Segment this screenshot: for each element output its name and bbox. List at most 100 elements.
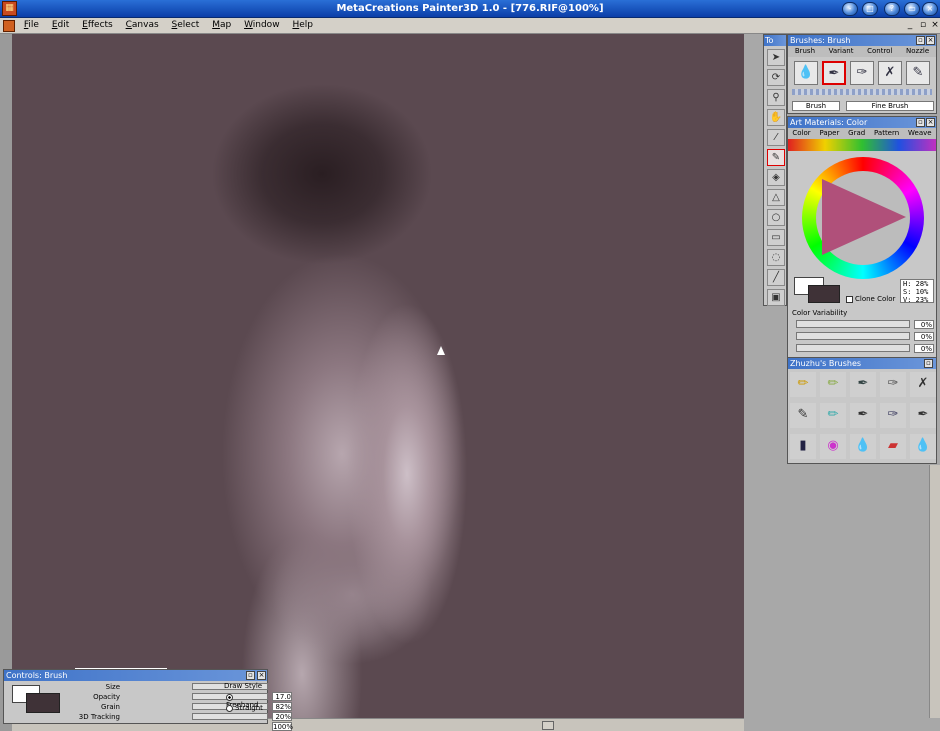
water-drop-icon[interactable]: 💧	[850, 434, 876, 459]
ink-bottle-icon[interactable]: ▮	[790, 434, 816, 459]
saturation-value-triangle[interactable]	[822, 179, 906, 255]
tab-control[interactable]: Control	[867, 46, 892, 57]
secondary-color-swatch[interactable]	[26, 693, 60, 713]
size-value[interactable]: 17.0	[272, 692, 292, 701]
straight-label: Straight	[235, 704, 263, 712]
value-variability-slider[interactable]	[796, 344, 910, 352]
pen-nib-icon[interactable]: ✑	[880, 403, 906, 428]
crossed-pens-icon[interactable]: ✗	[910, 372, 936, 397]
tab-pattern[interactable]: Pattern	[874, 128, 899, 139]
arrow-icon[interactable]: ➤	[767, 49, 785, 66]
tab-brush[interactable]: Brush	[795, 46, 815, 57]
saturation-variability-slider[interactable]	[796, 332, 910, 340]
grabber-icon[interactable]: ✋	[767, 109, 785, 126]
eraser-icon[interactable]: ▰	[880, 434, 906, 459]
tracking-value[interactable]: 100%	[272, 722, 293, 731]
pen-icon[interactable]: ✑	[850, 61, 874, 85]
secondary-color-swatch[interactable]	[808, 285, 840, 303]
stamp-icon[interactable]: ▣	[767, 289, 785, 306]
value-variability-value[interactable]: 0%	[914, 344, 934, 353]
close-icon[interactable]: ×	[922, 2, 938, 16]
pen-icon[interactable]: ✒	[850, 403, 876, 428]
help-icon[interactable]: ?	[884, 2, 900, 16]
water-drop-icon[interactable]: 💧	[910, 434, 936, 459]
brush-category-label[interactable]: Brush	[792, 101, 840, 111]
water-drop-icon[interactable]: 💧	[794, 61, 818, 85]
marker-icon[interactable]: ✏	[820, 372, 846, 397]
menu-file[interactable]: File	[19, 18, 44, 33]
brushes-panel-title: Brushes: Brush	[790, 36, 851, 45]
bulb-icon[interactable]: ○	[767, 209, 785, 226]
close-icon[interactable]: ×	[929, 20, 940, 32]
brush-grid: ✏ ✏ ✒ ✑ ✗ ✎ ✏ ✒ ✑ ✒ ▮ ◉ 💧 ▰ 💧	[790, 372, 936, 459]
tab-color[interactable]: Color	[792, 128, 810, 139]
brush-icon[interactable]: ✒	[822, 61, 846, 85]
rotate-icon[interactable]: ⟳	[767, 69, 785, 86]
tab-paper[interactable]: Paper	[820, 128, 840, 139]
straight-option[interactable]: Straight	[226, 704, 263, 712]
menu-edit[interactable]: Edit	[47, 18, 74, 33]
menu-help[interactable]: Help	[287, 18, 318, 33]
close-icon[interactable]: ×	[257, 671, 266, 680]
freehand-radio[interactable]	[226, 693, 233, 701]
lasso-icon[interactable]: ◌	[767, 249, 785, 266]
tab-weave[interactable]: Weave	[908, 128, 932, 139]
opacity-value[interactable]: 82%	[272, 702, 292, 711]
menu-window[interactable]: Window	[239, 18, 285, 33]
color-variability-label: Color Variability	[792, 309, 848, 317]
color-swatch-icon[interactable]: ◉	[820, 434, 846, 459]
menu-select[interactable]: Select	[167, 18, 205, 33]
tab-grad[interactable]: Grad	[848, 128, 865, 139]
straight-radio[interactable]	[226, 704, 233, 712]
fine-pen-icon[interactable]: ✑	[880, 372, 906, 397]
pen-icon[interactable]: ✒	[850, 372, 876, 397]
hue-variability-value[interactable]: 0%	[914, 320, 934, 329]
restore-icon[interactable]: ▫	[916, 118, 925, 127]
brush-icon[interactable]: ✎	[767, 149, 785, 166]
restore-icon[interactable]: ▫	[246, 671, 255, 680]
dropper-icon[interactable]: ⁄	[767, 129, 785, 146]
brush-cursor-icon	[437, 346, 445, 355]
minimize-icon[interactable]: -	[842, 2, 858, 16]
menu-effects[interactable]: Effects	[77, 18, 118, 33]
brush-strip	[792, 89, 932, 95]
pen-icon[interactable]: ✒	[910, 403, 936, 428]
triangle-icon[interactable]: △	[767, 189, 785, 206]
material-swatches[interactable]	[788, 139, 936, 151]
magnifier-icon[interactable]: ⚲	[767, 89, 785, 106]
close-icon[interactable]: ×	[926, 118, 935, 127]
tab-variant[interactable]: Variant	[829, 46, 854, 57]
rect-select-icon[interactable]: ▭	[767, 229, 785, 246]
brush-variant-label[interactable]: Fine Brush	[846, 101, 934, 111]
vertical-scrollbar[interactable]	[929, 465, 940, 718]
toolbox-title: To	[764, 35, 786, 46]
scroll-thumb[interactable]	[542, 721, 554, 730]
close-icon[interactable]: ×	[926, 36, 935, 45]
restore-icon[interactable]: ▫	[916, 36, 925, 45]
minimize-icon[interactable]: _	[904, 20, 916, 32]
menu-map[interactable]: Map	[207, 18, 236, 33]
brush-icon[interactable]: ✎	[790, 403, 816, 428]
grain-value[interactable]: 20%	[272, 712, 292, 721]
restore-icon[interactable]: □	[862, 2, 878, 16]
felt-pen-icon[interactable]: ✏	[820, 403, 846, 428]
restore-icon[interactable]: ▭	[904, 2, 920, 16]
clone-color-checkbox[interactable]	[846, 295, 853, 303]
paint-bucket-icon[interactable]: ◈	[767, 169, 785, 186]
crossed-pens-icon[interactable]: ✗	[878, 61, 902, 85]
restore-icon[interactable]: ▫	[917, 20, 929, 32]
opacity-label: Opacity	[93, 693, 120, 701]
pencil-icon[interactable]: ✏	[790, 372, 816, 397]
hue-variability-slider[interactable]	[796, 320, 910, 328]
restore-icon[interactable]: ▫	[924, 359, 933, 368]
size-label: Size	[105, 683, 120, 691]
art-tabs: Color Paper Grad Pattern Weave	[788, 128, 936, 139]
document-icon[interactable]	[3, 20, 15, 32]
menu-canvas[interactable]: Canvas	[121, 18, 164, 33]
line-icon[interactable]: ╱	[767, 269, 785, 286]
painting-canvas[interactable]	[12, 34, 744, 718]
pen-nib-icon[interactable]: ✎	[906, 61, 930, 85]
saturation-variability-value[interactable]: 0%	[914, 332, 934, 341]
tab-nozzle[interactable]: Nozzle	[906, 46, 929, 57]
tracking-slider[interactable]	[192, 713, 268, 720]
